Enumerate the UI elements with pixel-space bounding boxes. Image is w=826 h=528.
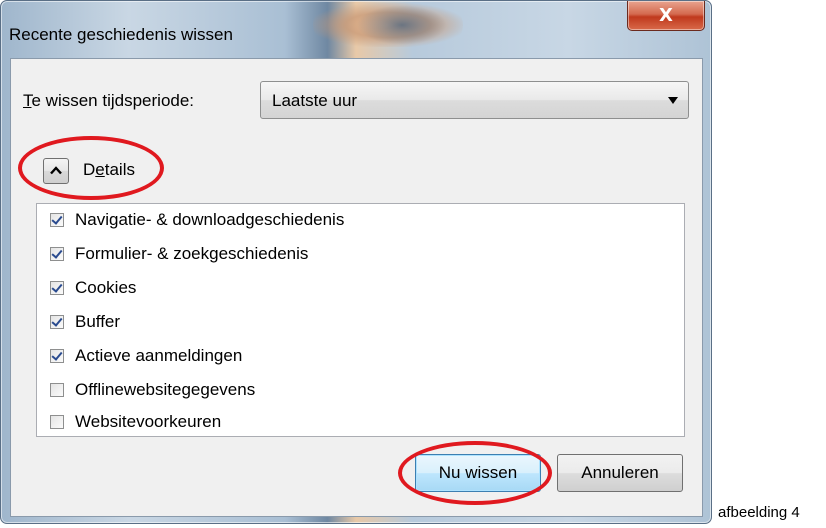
close-icon: X xyxy=(659,5,673,26)
list-item[interactable]: Buffer xyxy=(50,310,120,334)
clear-now-button[interactable]: Nu wissen xyxy=(415,454,541,492)
list-item[interactable]: Websitevoorkeuren xyxy=(50,410,221,434)
list-item[interactable]: Offlinewebsitegegevens xyxy=(50,378,255,402)
list-item-label: Buffer xyxy=(75,312,121,331)
details-label-accesskey: e xyxy=(95,160,105,179)
checkbox-active-logins[interactable] xyxy=(50,349,64,363)
dialog-client-area: Te wissen tijdsperiode: Laatste uur Deta… xyxy=(10,58,703,517)
details-label-start: D xyxy=(83,160,96,179)
window-title: Recente geschiedenis wissen xyxy=(9,25,233,44)
close-button[interactable]: X xyxy=(627,1,705,31)
checkbox-form-history[interactable] xyxy=(50,247,64,261)
checkbox-offline-data[interactable] xyxy=(50,383,64,397)
details-toggle-button[interactable] xyxy=(43,158,69,184)
details-label[interactable]: Details xyxy=(83,160,135,180)
list-item-label: Websitevoorkeuren xyxy=(75,412,222,431)
details-label-end: tails xyxy=(104,160,135,179)
list-item[interactable]: Formulier- & zoekgeschiedenis xyxy=(50,242,308,266)
list-item-label: Formulier- & zoekgeschiedenis xyxy=(75,244,309,263)
titlebar-background-art-dark xyxy=(357,5,447,45)
list-item-label: Cookies xyxy=(75,278,137,297)
figure-caption: afbeelding 4 xyxy=(718,504,800,521)
period-label: Te wissen tijdsperiode: xyxy=(23,91,194,111)
list-item-label: Actieve aanmeldingen xyxy=(75,346,243,365)
list-item-label: Navigatie- & downloadgeschiedenis xyxy=(75,210,345,229)
checkbox-cookies[interactable] xyxy=(50,281,64,295)
checkbox-site-preferences[interactable] xyxy=(50,415,64,429)
period-selected-value: Laatste uur xyxy=(272,91,358,110)
list-item-label: Offlinewebsitegegevens xyxy=(75,380,256,399)
period-label-accesskey: T xyxy=(23,91,32,110)
period-dropdown[interactable]: Laatste uur xyxy=(260,81,689,119)
list-item[interactable]: Actieve aanmeldingen xyxy=(50,344,242,368)
cancel-button[interactable]: Annuleren xyxy=(557,454,683,492)
chevron-up-icon xyxy=(50,166,62,175)
checkbox-navigation-history[interactable] xyxy=(50,213,64,227)
dialog-window: Recente geschiedenis wissen X Te wissen … xyxy=(0,0,712,524)
list-item[interactable]: Navigatie- & downloadgeschiedenis xyxy=(50,208,344,232)
list-item[interactable]: Cookies xyxy=(50,276,136,300)
period-label-text: e wissen tijdsperiode: xyxy=(31,91,195,110)
history-items-list: Navigatie- & downloadgeschiedenis Formul… xyxy=(36,203,685,437)
checkbox-cache[interactable] xyxy=(50,315,64,329)
dropdown-arrow-icon xyxy=(668,97,678,104)
